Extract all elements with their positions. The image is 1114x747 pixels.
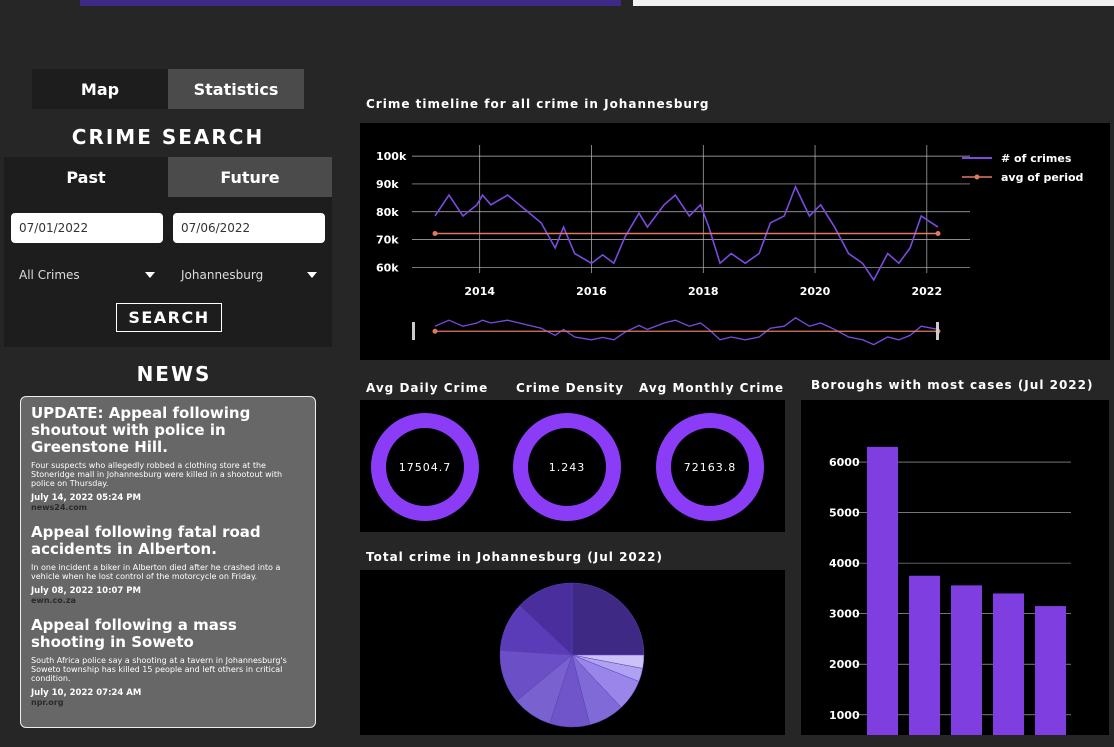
news-date: July 08, 2022 10:07 PM <box>31 586 141 596</box>
city-value: Johannesburg <box>181 268 264 282</box>
bar <box>1035 606 1066 735</box>
y-tick-label: 60k <box>376 261 399 274</box>
pie-title: Total crime in Johannesburg (Jul 2022) <box>366 550 663 564</box>
legend-label-crimes: # of crimes <box>1001 152 1072 165</box>
avg-monthly-ring: 72163.8 <box>656 413 764 521</box>
y-tick-label: 3000 <box>829 608 860 621</box>
view-tabs: Map Statistics <box>32 69 304 109</box>
x-tick-label: 2018 <box>688 285 719 298</box>
range-handle-left[interactable] <box>412 322 415 340</box>
tab-statistics[interactable]: Statistics <box>168 69 304 109</box>
y-tick-label: 70k <box>376 234 399 247</box>
timeline-chart[interactable]: 60k 70k 80k 90k 100k 2014 2016 2018 2020 2022 # of… <box>360 123 1110 360</box>
tab-past[interactable]: Past <box>4 157 168 197</box>
news-headline[interactable]: Appeal following fatal road accidents in… <box>31 524 305 558</box>
timeline-title: Crime timeline for all crime in Johannes… <box>366 97 710 111</box>
search-button[interactable]: SEARCH <box>116 303 222 332</box>
y-tick-label: 100k <box>376 150 407 163</box>
news-headline[interactable]: Appeal following a mass shooting in Sowe… <box>31 617 305 651</box>
chevron-down-icon <box>145 272 155 278</box>
avg-point <box>935 230 941 236</box>
end-date-input[interactable] <box>173 213 325 243</box>
time-tabs: Past Future <box>4 157 332 197</box>
x-tick-label: 2022 <box>912 285 943 298</box>
x-tick-label: 2016 <box>576 285 607 298</box>
avg-monthly-value: 72163.8 <box>683 460 737 474</box>
news-source[interactable]: news24.com <box>31 503 305 512</box>
y-tick-label: 2000 <box>829 658 860 671</box>
bar <box>867 446 898 735</box>
news-item[interactable]: Appeal following fatal road accidents in… <box>31 524 305 606</box>
boroughs-title: Boroughs with most cases (Jul 2022) <box>811 378 1094 392</box>
city-select[interactable]: Johannesburg <box>173 260 325 290</box>
top-accent-bar <box>80 0 621 6</box>
news-date: July 10, 2022 07:24 AM <box>31 688 142 698</box>
legend-label-avg: avg of period <box>1001 171 1083 184</box>
avg-daily-ring: 17504.7 <box>371 413 479 521</box>
news-item[interactable]: UPDATE: Appeal following shoutout with p… <box>31 405 305 513</box>
tab-future[interactable]: Future <box>168 157 332 197</box>
pie-slice <box>571 582 645 656</box>
range-avg-point <box>432 328 438 334</box>
bar-chart[interactable]: 1000 2000 3000 4000 5000 6000 <box>801 400 1109 735</box>
crime-search-panel: Past Future All Crimes Johannesburg SEAR… <box>4 157 332 347</box>
news-headline[interactable]: UPDATE: Appeal following shoutout with p… <box>31 405 305 456</box>
news-panel: UPDATE: Appeal following shoutout with p… <box>20 396 316 728</box>
tab-map[interactable]: Map <box>32 69 168 109</box>
timeline-panel: 60k 70k 80k 90k 100k 2014 2016 2018 2020 2022 # of… <box>360 123 1110 360</box>
news-title: NEWS <box>136 362 212 386</box>
x-tick-label: 2020 <box>800 285 831 298</box>
crime-type-select[interactable]: All Crimes <box>11 260 163 290</box>
avg-daily-value: 17504.7 <box>398 460 452 474</box>
y-tick-label: 90k <box>376 178 399 191</box>
metrics-panel: 17504.7 1.243 72163.8 <box>360 400 785 532</box>
avg-monthly-label: Avg Monthly Crime <box>639 381 785 395</box>
crime-search-title: CRIME SEARCH <box>71 125 265 149</box>
density-label: Crime Density <box>516 381 625 395</box>
news-body: South Africa police say a shooting at a … <box>31 656 287 683</box>
y-tick-label: 6000 <box>829 456 860 469</box>
y-tick-label: 5000 <box>829 507 860 520</box>
bar-panel: 1000 2000 3000 4000 5000 6000 <box>801 400 1109 735</box>
bar <box>909 575 940 735</box>
x-tick-label: 2014 <box>464 285 495 298</box>
start-date-input[interactable] <box>11 213 163 243</box>
dashboard-page: Map Statistics CRIME SEARCH Past Future … <box>0 0 1114 747</box>
news-body: In one incident a biker in Alberton died… <box>31 563 281 581</box>
density-ring: 1.243 <box>513 413 621 521</box>
pie-chart[interactable] <box>360 570 785 735</box>
bar <box>951 585 982 735</box>
pie-panel <box>360 570 785 735</box>
avg-point <box>432 230 438 236</box>
crime-type-value: All Crimes <box>19 268 80 282</box>
avg-daily-label: Avg Daily Crime <box>366 381 489 395</box>
legend-marker-avg <box>974 174 980 180</box>
news-date: July 14, 2022 05:24 PM <box>31 493 141 503</box>
news-source[interactable]: npr.org <box>31 698 305 707</box>
news-source[interactable]: ewn.co.za <box>31 596 305 605</box>
range-handle-right[interactable] <box>936 322 939 340</box>
y-tick-label: 1000 <box>829 709 860 722</box>
y-tick-label: 4000 <box>829 557 860 570</box>
news-body: Four suspects who allegedly robbed a clo… <box>31 461 283 488</box>
chevron-down-icon <box>307 272 317 278</box>
y-tick-label: 80k <box>376 206 399 219</box>
density-value: 1.243 <box>548 460 586 474</box>
bar <box>993 593 1024 735</box>
top-white-bar <box>633 0 1114 6</box>
news-item[interactable]: Appeal following a mass shooting in Sowe… <box>31 617 305 708</box>
